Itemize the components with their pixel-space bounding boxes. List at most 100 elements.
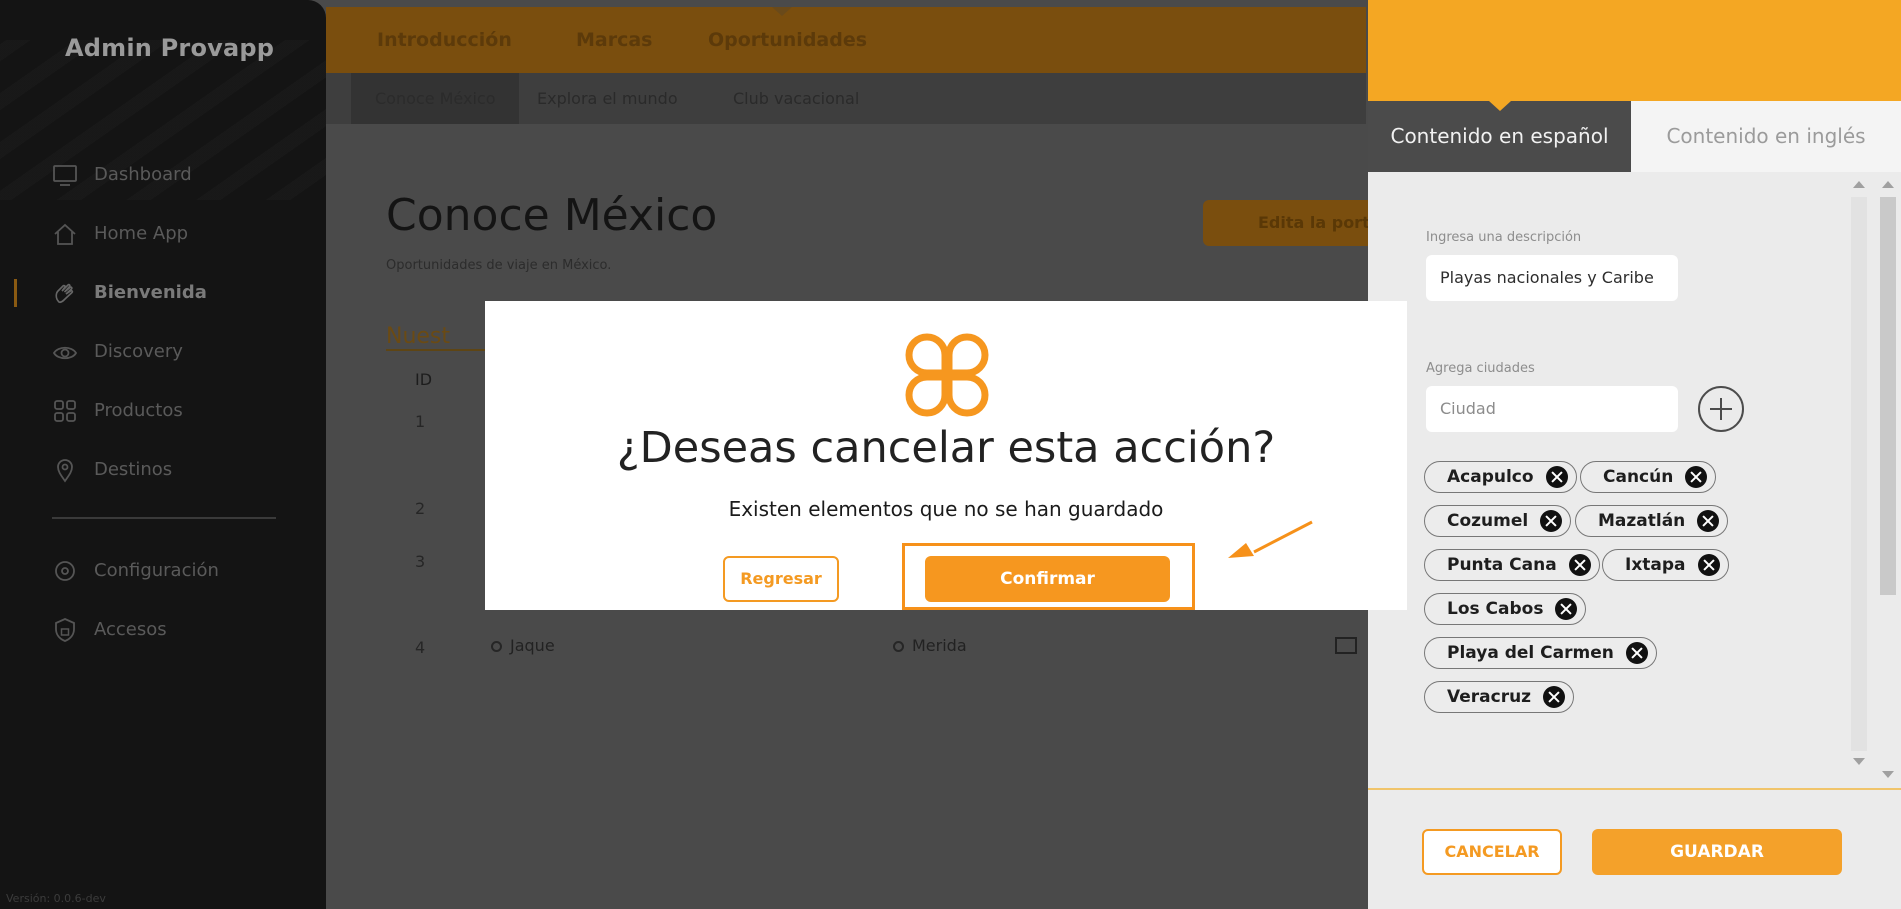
tab-contenido-espanol[interactable]: Contenido en español [1368, 101, 1631, 172]
table-row-id: 2 [415, 499, 426, 518]
city-chip: Playa del Carmen [1424, 637, 1657, 669]
city-chip: Cozumel [1424, 505, 1572, 537]
panel-language-tabs: Contenido en español Contenido en inglés [1368, 101, 1901, 172]
sidebar-item-label: Discovery [94, 341, 183, 362]
scroll-up-icon[interactable] [1882, 181, 1894, 188]
scroll-down-icon[interactable] [1882, 771, 1894, 778]
city-chip-label: Playa del Carmen [1447, 643, 1614, 663]
table-cell-name: Jaque [491, 636, 555, 655]
top-nav: Introducción Marcas Oportunidades [326, 7, 1366, 73]
sidebar-item-productos[interactable]: Productos [0, 381, 326, 440]
brand-title: Admin Provapp [65, 34, 275, 62]
city-chip-label: Punta Cana [1447, 555, 1557, 575]
subtab-explora-el-mundo[interactable]: Explora el mundo [513, 73, 702, 124]
grid-icon [52, 398, 78, 424]
panel-header [1368, 0, 1901, 101]
row-name: Jaque [510, 636, 555, 655]
edit-panel: Contenido en español Contenido en inglés… [1368, 0, 1901, 909]
city-chip: Acapulco [1424, 461, 1577, 493]
row-city: Merida [912, 636, 967, 655]
tab-marcas[interactable]: Marcas [576, 29, 653, 51]
image-icon[interactable] [1335, 637, 1357, 654]
city-input[interactable]: Ciudad [1426, 386, 1678, 432]
sidebar-item-label: Destinos [94, 459, 173, 480]
subtab-club-vacacional[interactable]: Club vacacional [709, 73, 883, 124]
active-tab-indicator [1489, 101, 1511, 111]
remove-city-icon[interactable] [1545, 466, 1568, 488]
scroll-thumb[interactable] [1880, 197, 1896, 595]
description-label: Ingresa una descripción [1426, 230, 1582, 245]
sidebar-divider [52, 517, 276, 519]
city-chip-label: Cozumel [1447, 511, 1529, 531]
remove-city-icon[interactable] [1685, 466, 1708, 488]
remove-city-icon[interactable] [1555, 598, 1578, 620]
sidebar-item-label: Configuración [94, 560, 219, 581]
cities-label: Agrega ciudades [1426, 361, 1535, 376]
scroll-track [1851, 197, 1867, 751]
radio-icon [491, 641, 502, 652]
city-chip: Los Cabos [1424, 593, 1587, 625]
monitor-icon [52, 162, 78, 188]
sidebar-item-bienvenida[interactable]: Bienvenida [0, 263, 326, 322]
subtab-conoce-mexico[interactable]: Conoce México [351, 73, 520, 124]
section-tab[interactable]: Nuest [386, 324, 491, 351]
tab-introduccion[interactable]: Introducción [377, 29, 512, 51]
page-subtitle: Oportunidades de viaje en México. [386, 258, 612, 273]
tab-contenido-ingles[interactable]: Contenido en inglés [1631, 101, 1901, 172]
sidebar-nav: Dashboard Home App Bienvenida Discovery … [0, 145, 326, 659]
sidebar-item-dashboard[interactable]: Dashboard [0, 145, 326, 204]
sidebar-item-home-app[interactable]: Home App [0, 204, 326, 263]
remove-city-icon[interactable] [1697, 554, 1720, 576]
sidebar-item-label: Productos [94, 400, 183, 421]
tab-oportunidades[interactable]: Oportunidades [708, 29, 867, 51]
version-label: Versión: 0.0.6-dev [6, 892, 106, 905]
back-button[interactable]: Regresar [723, 556, 839, 602]
sidebar-item-label: Home App [94, 223, 189, 244]
scroll-up-icon[interactable] [1853, 181, 1865, 188]
remove-city-icon[interactable] [1540, 510, 1563, 532]
sidebar-item-label: Dashboard [94, 164, 192, 185]
city-chip: Mazatlán [1575, 505, 1729, 537]
description-input[interactable]: Playas nacionales y Caribe [1426, 255, 1678, 301]
clover-logo-icon [905, 333, 989, 417]
city-chip-label: Mazatlán [1598, 511, 1686, 531]
gear-icon [52, 558, 78, 584]
city-chip: Punta Cana [1424, 549, 1600, 581]
scroll-down-icon[interactable] [1853, 758, 1865, 765]
sidebar-item-destinos[interactable]: Destinos [0, 440, 326, 499]
table-row-id: 3 [415, 552, 426, 571]
remove-city-icon[interactable] [1625, 642, 1648, 664]
map-pin-icon [52, 457, 78, 483]
city-chip: Cancún [1580, 461, 1717, 493]
inner-scrollbar[interactable] [1847, 175, 1871, 775]
pointer-arrow-icon [1228, 520, 1313, 558]
sidebar-item-discovery[interactable]: Discovery [0, 322, 326, 381]
save-button[interactable]: GUARDAR [1592, 829, 1842, 875]
table-header-id: ID [415, 370, 433, 389]
table-cell-city: Merida [893, 636, 967, 655]
city-chip-label: Cancún [1603, 467, 1674, 487]
active-tab-indicator [772, 7, 792, 16]
sidebar-item-accesos[interactable]: Accesos [0, 600, 326, 659]
remove-city-icon[interactable] [1543, 686, 1566, 708]
remove-city-icon[interactable] [1697, 510, 1720, 532]
sidebar: Admin Provapp Dashboard Home App Bienven… [0, 0, 326, 909]
sidebar-item-label: Accesos [94, 619, 167, 640]
radio-icon [893, 641, 904, 652]
page-title: Conoce México [386, 190, 718, 241]
table-row-id: 1 [415, 412, 426, 431]
sidebar-item-label: Bienvenida [94, 282, 207, 303]
city-chip-label: Acapulco [1447, 467, 1534, 487]
edit-portada-button[interactable]: Edita la port [1203, 200, 1373, 246]
home-icon [52, 221, 78, 247]
remove-city-icon[interactable] [1568, 554, 1591, 576]
dialog-title: ¿Deseas cancelar esta acción? [616, 423, 1276, 473]
eye-icon [52, 339, 78, 365]
sidebar-item-configuracion[interactable]: Configuración [0, 541, 326, 600]
city-chip-label: Los Cabos [1447, 599, 1544, 619]
panel-scrollbar[interactable] [1876, 175, 1900, 787]
add-city-button[interactable] [1698, 386, 1744, 432]
city-chip-label: Ixtapa [1625, 555, 1686, 575]
cancel-button[interactable]: CANCELAR [1422, 829, 1562, 875]
city-chip: Veracruz [1424, 681, 1575, 713]
